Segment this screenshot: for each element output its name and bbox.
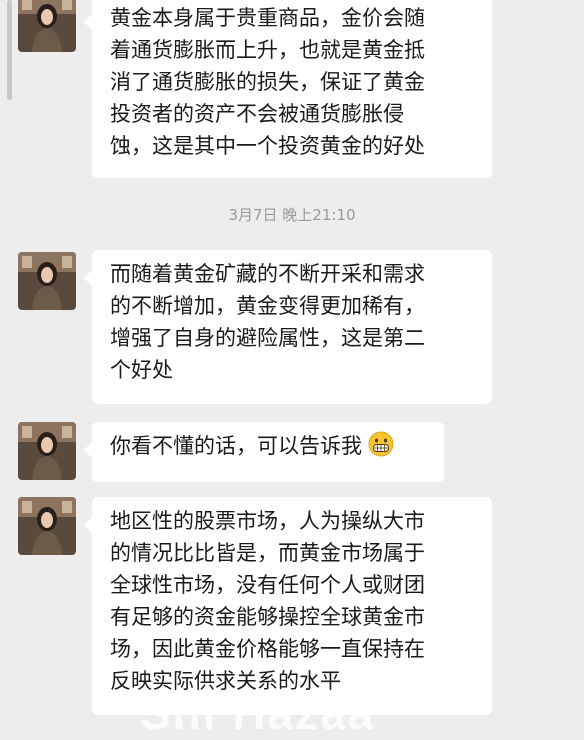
avatar-photo [18, 0, 76, 52]
message-text-line: 个好处 [110, 358, 173, 382]
message-bubble[interactable]: 你看不懂的话，可以告诉我 [84, 422, 444, 482]
message-text-line: 而随着黄金矿藏的不断开采和需求 [110, 262, 425, 286]
message-timestamp: 3月7日 晚上21:10 [228, 206, 356, 224]
message-text-line: 你看不懂的话，可以告诉我 [110, 430, 426, 462]
message-text-line: 的情况比比皆是，而黄金市场属于 [110, 541, 425, 565]
message-text-line: 场，因此黄金价格能够一直保持在 [110, 637, 425, 661]
message-text-line: 地区性的股票市场，人为操纵大市 [110, 509, 425, 533]
message-bubble[interactable]: 地区性的股票市场，人为操纵大市 的情况比比皆是，而黄金市场属于 全球性市场，没有… [84, 497, 492, 715]
message-text-line: 黄金本身属于贵重商品，金价会随 [110, 6, 425, 30]
message-text-line: 着通货膨胀而上升，也就是黄金抵 [110, 38, 425, 62]
message-text-line: 有足够的资金能够操控全球黄金市 [110, 605, 425, 629]
grinning-face-emoji [368, 431, 394, 457]
avatar[interactable] [18, 0, 76, 52]
message-text-line: 投资者的资产不会被通货膨胀侵 [110, 102, 404, 126]
avatar-photo [18, 497, 76, 555]
message-bubble[interactable]: 而随着黄金矿藏的不断开采和需求 的不断增加，黄金变得更加稀有， 增强了自身的避险… [84, 250, 492, 404]
scrollbar[interactable] [7, 0, 12, 100]
avatar-photo [18, 252, 76, 310]
message-bubble[interactable]: 黄金本身属于贵重商品，金价会随 着通货膨胀而上升，也就是黄金抵 消了通货膨胀的损… [84, 0, 492, 178]
message-text-line: 的不断增加，黄金变得更加稀有， [110, 294, 425, 318]
message-text-line: 消了通货膨胀的损失，保证了黄金 [110, 70, 425, 94]
watermark: Shi Hazaa [140, 687, 376, 739]
avatar-photo [18, 422, 76, 480]
message-text-line: 全球性市场，没有任何个人或财团 [110, 573, 425, 597]
message-text-line: 增强了自身的避险属性，这是第二 [110, 326, 425, 350]
avatar[interactable] [18, 252, 76, 310]
message-text: 你看不懂的话，可以告诉我 [110, 434, 362, 458]
avatar[interactable] [18, 497, 76, 555]
message-text-line: 蚀，这是其中一个投资黄金的好处 [110, 134, 425, 158]
avatar[interactable] [18, 422, 76, 480]
